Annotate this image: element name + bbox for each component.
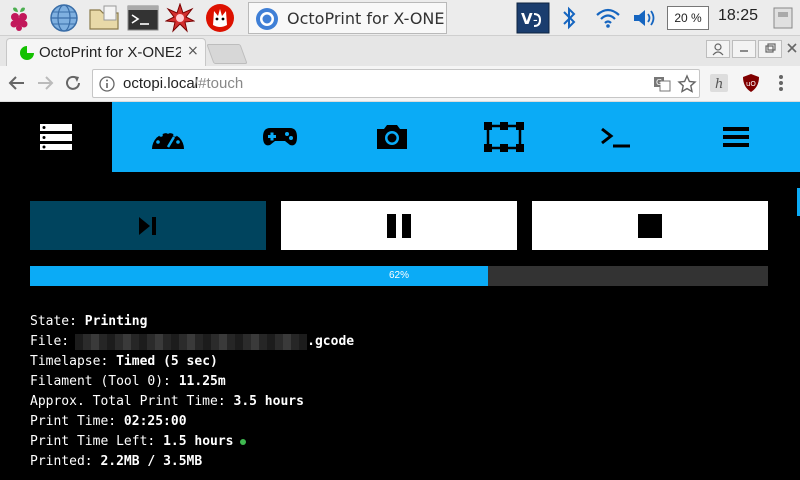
taskbar-window-label: OctoPrint for X-ONE2 [287,9,445,28]
status-time-left-row: Print Time Left: 1.5 hours [30,432,354,452]
octoprint-favicon-icon [19,45,35,65]
webcam-camera-icon[interactable] [336,102,448,172]
status-state-row: State: Printing [30,314,148,329]
state-value: Printing [84,314,148,329]
gamepad-control-icon[interactable] [224,102,336,172]
play-pause-icon [139,216,156,235]
status-file-row: File: .gcode [30,333,355,350]
eject-menu-icon[interactable] [772,5,796,31]
octoprint-touch-ui: 62% State: Printing File: .gcode Timelaps… [0,102,800,480]
estimate-status-dot-icon [239,438,246,445]
svg-text:uO: uO [746,80,756,88]
pause-print-button[interactable] [281,201,517,250]
volume-icon[interactable] [631,6,657,34]
raspberry-pi-menu-icon[interactable] [4,3,34,33]
burst-app-icon[interactable] [164,2,196,33]
profile-icon[interactable] [706,40,730,58]
translate-icon[interactable]: G [653,75,671,97]
stop-icon [638,213,662,238]
extension-h-icon[interactable]: h [710,74,728,96]
vnc-server-icon[interactable]: V ‑ [516,2,550,34]
tab-title: OctoPrint for X-ONE2 [39,44,181,61]
octoprint-nav-bar [0,102,800,172]
print-progress-bar: 62% [30,266,768,286]
file-extension: .gcode [307,334,355,349]
chromium-icon [255,7,279,35]
svg-text:G: G [656,78,662,87]
new-tab-button[interactable] [206,44,248,64]
terminal-icon[interactable] [127,3,159,33]
clock[interactable]: 18:25 [718,7,758,25]
dashboard-gauge-icon[interactable] [112,102,224,172]
reload-icon[interactable] [64,74,82,96]
progress-label: 62% [388,270,409,281]
status-timelapse-row: Timelapse: Timed (5 sec) [30,354,218,369]
status-filament-row: Filament (Tool 0): 11.25m [30,374,226,389]
url-host: octopi.local [123,75,199,92]
bookmark-star-icon[interactable] [677,74,697,98]
cpu-usage-monitor[interactable]: 20 % [667,6,709,30]
file-manager-icon[interactable] [88,3,119,33]
taskbar-window-button[interactable]: OctoPrint for X-ONE2 [248,2,447,34]
status-total-time-row: Approx. Total Print Time: 3.5 hours [30,394,304,409]
browser-menu-icon[interactable] [778,74,784,96]
menu-hamburger-icon[interactable] [672,102,800,172]
address-bar[interactable]: octopi.local /#touch G [92,69,700,98]
print-status-panel: State: Printing File: .gcode Timelapse: T… [30,312,354,472]
redacted-filename [75,333,308,350]
browser-tab-strip: OctoPrint for X-ONE2 × [0,36,800,66]
bluetooth-icon[interactable] [560,5,578,35]
cancel-print-button[interactable] [532,201,768,250]
ublock-origin-icon[interactable]: uO [742,73,760,97]
pause-icon [387,213,411,238]
frame-select-icon[interactable] [448,102,560,172]
terminal-prompt-icon[interactable] [560,102,672,172]
browser-tab-active[interactable]: OctoPrint for X-ONE2 × [6,38,206,66]
printer-status-icon[interactable] [0,102,112,172]
site-info-icon[interactable] [99,76,115,96]
url-path: /#touch [194,75,244,92]
resume-print-button[interactable] [30,201,266,250]
close-window-icon[interactable] [784,40,800,58]
browser-toolbar: octopi.local /#touch G h uO [0,66,800,102]
minimize-icon[interactable] [732,40,756,58]
svg-text:V: V [521,10,533,28]
wolfram-icon[interactable] [205,3,235,33]
desktop-taskbar: OctoPrint for X-ONE2 V ‑ 20 % 18:25 [0,0,800,36]
forward-arrow-icon[interactable] [36,74,54,96]
tab-close-icon[interactable]: × [187,43,199,59]
svg-text:h: h [715,77,723,92]
restore-icon[interactable] [758,40,782,58]
status-print-time-row: Print Time: 02:25:00 [30,414,187,429]
wifi-icon[interactable] [595,7,621,33]
back-arrow-icon[interactable] [8,74,26,96]
status-printed-row: Printed: 2.2MB / 3.5MB [30,454,203,469]
web-browser-icon[interactable] [49,3,79,33]
